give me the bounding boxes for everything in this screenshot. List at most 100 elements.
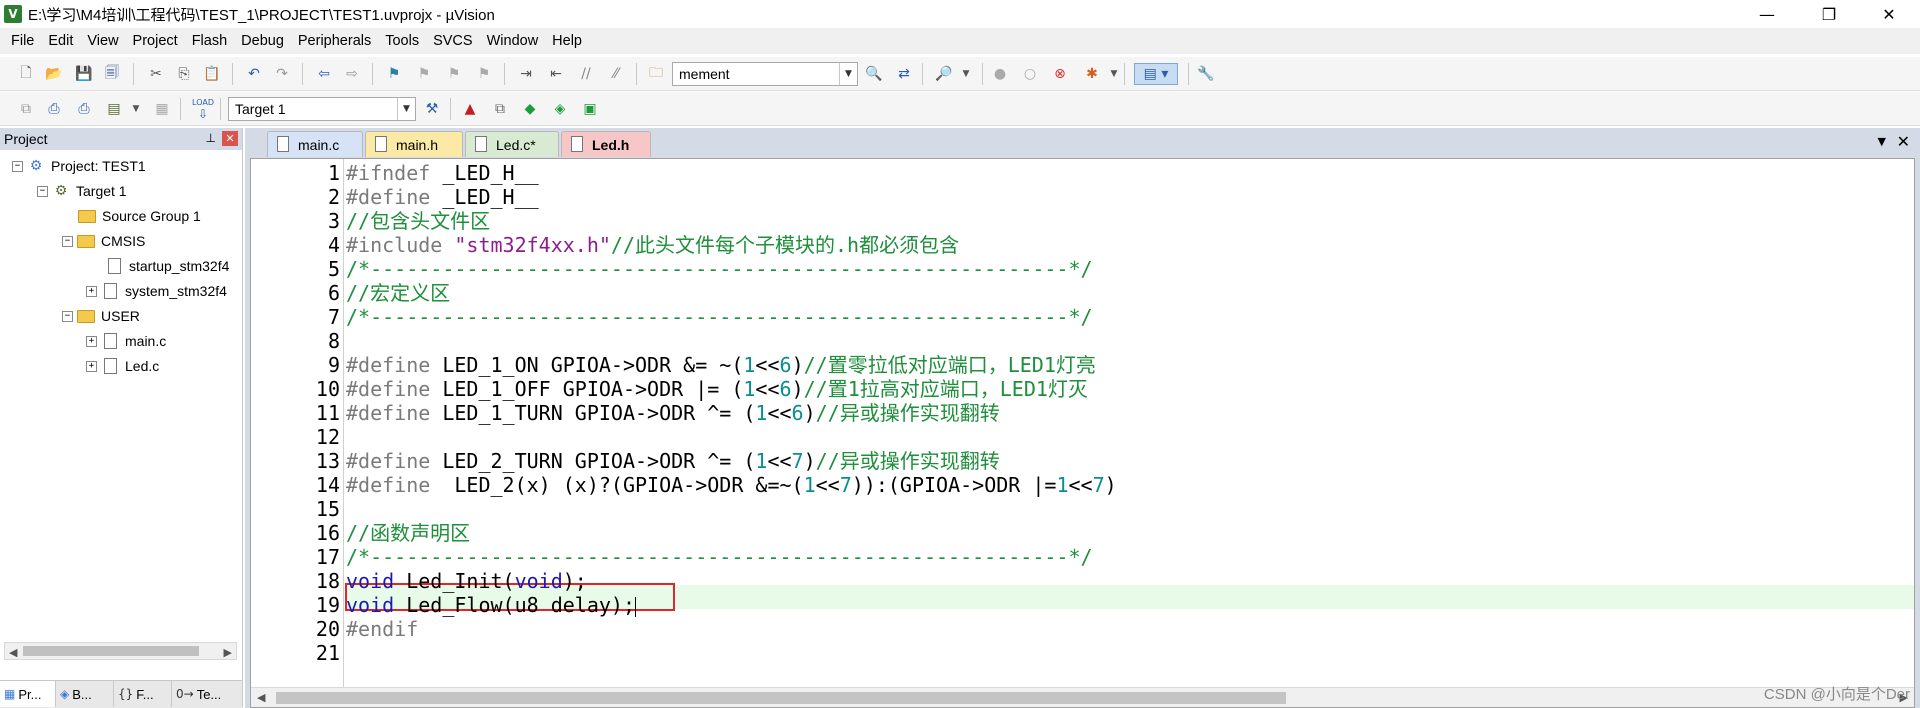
menu-debug[interactable]: Debug: [234, 33, 291, 49]
replace-icon[interactable]: ⇄: [894, 64, 914, 84]
menu-help[interactable]: Help: [545, 33, 589, 49]
expand-toggle[interactable]: +: [86, 285, 97, 297]
target-select[interactable]: Target 1 ▼: [228, 97, 416, 121]
open-file-icon[interactable]: 📂: [44, 64, 64, 84]
menu-svcs[interactable]: SVCS: [426, 33, 480, 49]
save-all-icon[interactable]: 🗐: [102, 64, 122, 84]
tab-led-h[interactable]: Led.h: [561, 131, 651, 157]
tree-item-led-c[interactable]: + Led.c: [86, 354, 159, 378]
menu-tools[interactable]: Tools: [378, 33, 426, 49]
tab-project[interactable]: ▦ Pr...: [0, 681, 56, 707]
tree-horizontal-scrollbar[interactable]: ◀ ▶: [4, 642, 237, 660]
chevron-down-icon[interactable]: ▼: [126, 99, 146, 119]
scrollbar-thumb[interactable]: [276, 692, 1286, 704]
tree-item-source-group[interactable]: Source Group 1: [78, 204, 201, 228]
save-icon[interactable]: 💾: [74, 64, 94, 84]
target-options-icon[interactable]: ⚒: [422, 99, 442, 119]
chevron-down-icon[interactable]: ▼: [1104, 64, 1124, 84]
close-icon[interactable]: ✕: [222, 131, 238, 146]
build-icon[interactable]: ⎙: [44, 99, 64, 119]
menu-edit[interactable]: Edit: [41, 33, 80, 49]
breakpoint-manager-icon[interactable]: ✱: [1082, 64, 1102, 84]
breakpoint-kill-icon[interactable]: ⊗: [1050, 64, 1070, 84]
tab-led-c[interactable]: Led.c*: [465, 131, 559, 157]
chevron-down-icon[interactable]: ▼: [839, 63, 857, 85]
download-icon[interactable]: LOAD ⇩: [190, 97, 216, 121]
run-time-env-icon[interactable]: ⧉: [490, 99, 510, 119]
breakpoint-disable-icon[interactable]: ○: [1020, 64, 1040, 84]
stop-build-icon[interactable]: ▦: [152, 99, 172, 119]
scrollbar-thumb[interactable]: [23, 646, 199, 656]
tree-item-cmsis[interactable]: − CMSIS: [62, 229, 145, 253]
editor-horizontal-scrollbar[interactable]: ◀ ▶: [251, 687, 1914, 707]
tab-functions[interactable]: {} F...: [114, 681, 172, 707]
select-pack-icon[interactable]: ◈: [550, 99, 570, 119]
scroll-right-icon[interactable]: ▶: [224, 646, 232, 659]
nav-back-icon[interactable]: ⇦: [314, 64, 334, 84]
expand-toggle[interactable]: +: [86, 335, 97, 347]
redo-icon[interactable]: ↷: [272, 64, 292, 84]
find-combo[interactable]: mement ▼: [672, 62, 858, 86]
bookmark-icon[interactable]: ⚑: [384, 64, 404, 84]
tree-item-main-c[interactable]: + main.c: [86, 329, 166, 353]
copy-icon[interactable]: ⎘: [174, 64, 194, 84]
chevron-down-icon[interactable]: ▼: [397, 98, 415, 120]
menu-flash[interactable]: Flash: [185, 33, 234, 49]
comment-text: /*--------------------------------------…: [346, 257, 1093, 281]
bookmark-clear-icon[interactable]: ⚑: [474, 64, 494, 84]
manage-components-icon[interactable]: ▲: [460, 99, 480, 119]
close-window-button[interactable]: ✕: [1866, 0, 1912, 28]
code-line: #define _LED_H__: [346, 185, 539, 209]
menu-view[interactable]: View: [80, 33, 125, 49]
tab-list-icon[interactable]: ▼: [1878, 135, 1886, 148]
cut-icon[interactable]: ✂: [146, 64, 166, 84]
tree-item-user[interactable]: − USER: [62, 304, 140, 328]
translate-icon[interactable]: ⧉: [16, 99, 36, 119]
find-in-files-icon[interactable]: 🗀: [646, 64, 666, 84]
comment-icon[interactable]: //: [576, 64, 596, 84]
window-layout-icon[interactable]: ▤ ▾: [1134, 63, 1178, 85]
menu-window[interactable]: Window: [480, 33, 546, 49]
menu-peripherals[interactable]: Peripherals: [291, 33, 378, 49]
code-editor[interactable]: 1 2 3 4 5 6 7 8 9 10 11 12 13 14 15 16 1…: [250, 158, 1915, 708]
unindent-icon[interactable]: ⇤: [546, 64, 566, 84]
settings-icon[interactable]: 🔧: [1196, 64, 1216, 84]
new-file-icon[interactable]: 🗋: [16, 64, 36, 84]
collapse-toggle[interactable]: −: [62, 235, 73, 247]
bookmark-next-icon[interactable]: ⚑: [444, 64, 464, 84]
find-icon[interactable]: 🔍: [864, 64, 884, 84]
expand-toggle[interactable]: +: [86, 360, 97, 372]
collapse-toggle[interactable]: −: [12, 160, 23, 172]
tab-templates[interactable]: 0→ Te...: [172, 681, 243, 707]
tree-item-system-file[interactable]: + system_stm32f4: [86, 279, 227, 303]
tree-item-startup-file[interactable]: startup_stm32f4: [105, 254, 229, 278]
tab-books[interactable]: ◈ B...: [56, 681, 114, 707]
tab-main-c[interactable]: main.c: [267, 131, 363, 157]
pack-installer-icon[interactable]: ◆: [520, 99, 540, 119]
tree-item-target[interactable]: − ⚙ Target 1: [37, 179, 127, 203]
close-tab-icon[interactable]: ✕: [1897, 132, 1910, 151]
paste-icon[interactable]: 📋: [202, 64, 222, 84]
pin-icon[interactable]: ⊥: [206, 131, 216, 145]
chevron-down-icon[interactable]: ▼: [956, 64, 976, 84]
rebuild-icon[interactable]: ⎙: [74, 99, 94, 119]
undo-icon[interactable]: ↶: [244, 64, 264, 84]
tree-item-project[interactable]: − ⚙ Project: TEST1: [12, 154, 146, 178]
minimize-button[interactable]: —: [1744, 0, 1790, 28]
scroll-left-icon[interactable]: ◀: [9, 646, 17, 659]
tab-main-h[interactable]: main.h: [365, 131, 463, 157]
menu-file[interactable]: File: [4, 33, 41, 49]
indent-icon[interactable]: ⇥: [516, 64, 536, 84]
scroll-left-icon[interactable]: ◀: [257, 691, 265, 704]
batch-build-icon[interactable]: ▤: [104, 99, 124, 119]
debug-start-icon[interactable]: 🔎: [934, 64, 954, 84]
nav-forward-icon[interactable]: ⇨: [342, 64, 362, 84]
uncomment-icon[interactable]: ⁄⁄: [606, 64, 626, 84]
bookmark-prev-icon[interactable]: ⚑: [414, 64, 434, 84]
menu-project[interactable]: Project: [126, 33, 185, 49]
breakpoint-icon[interactable]: ●: [990, 64, 1010, 84]
collapse-toggle[interactable]: −: [62, 310, 73, 322]
software-pack-icon[interactable]: ▣: [580, 99, 600, 119]
restore-button[interactable]: ❐: [1806, 0, 1852, 28]
collapse-toggle[interactable]: −: [37, 185, 48, 197]
